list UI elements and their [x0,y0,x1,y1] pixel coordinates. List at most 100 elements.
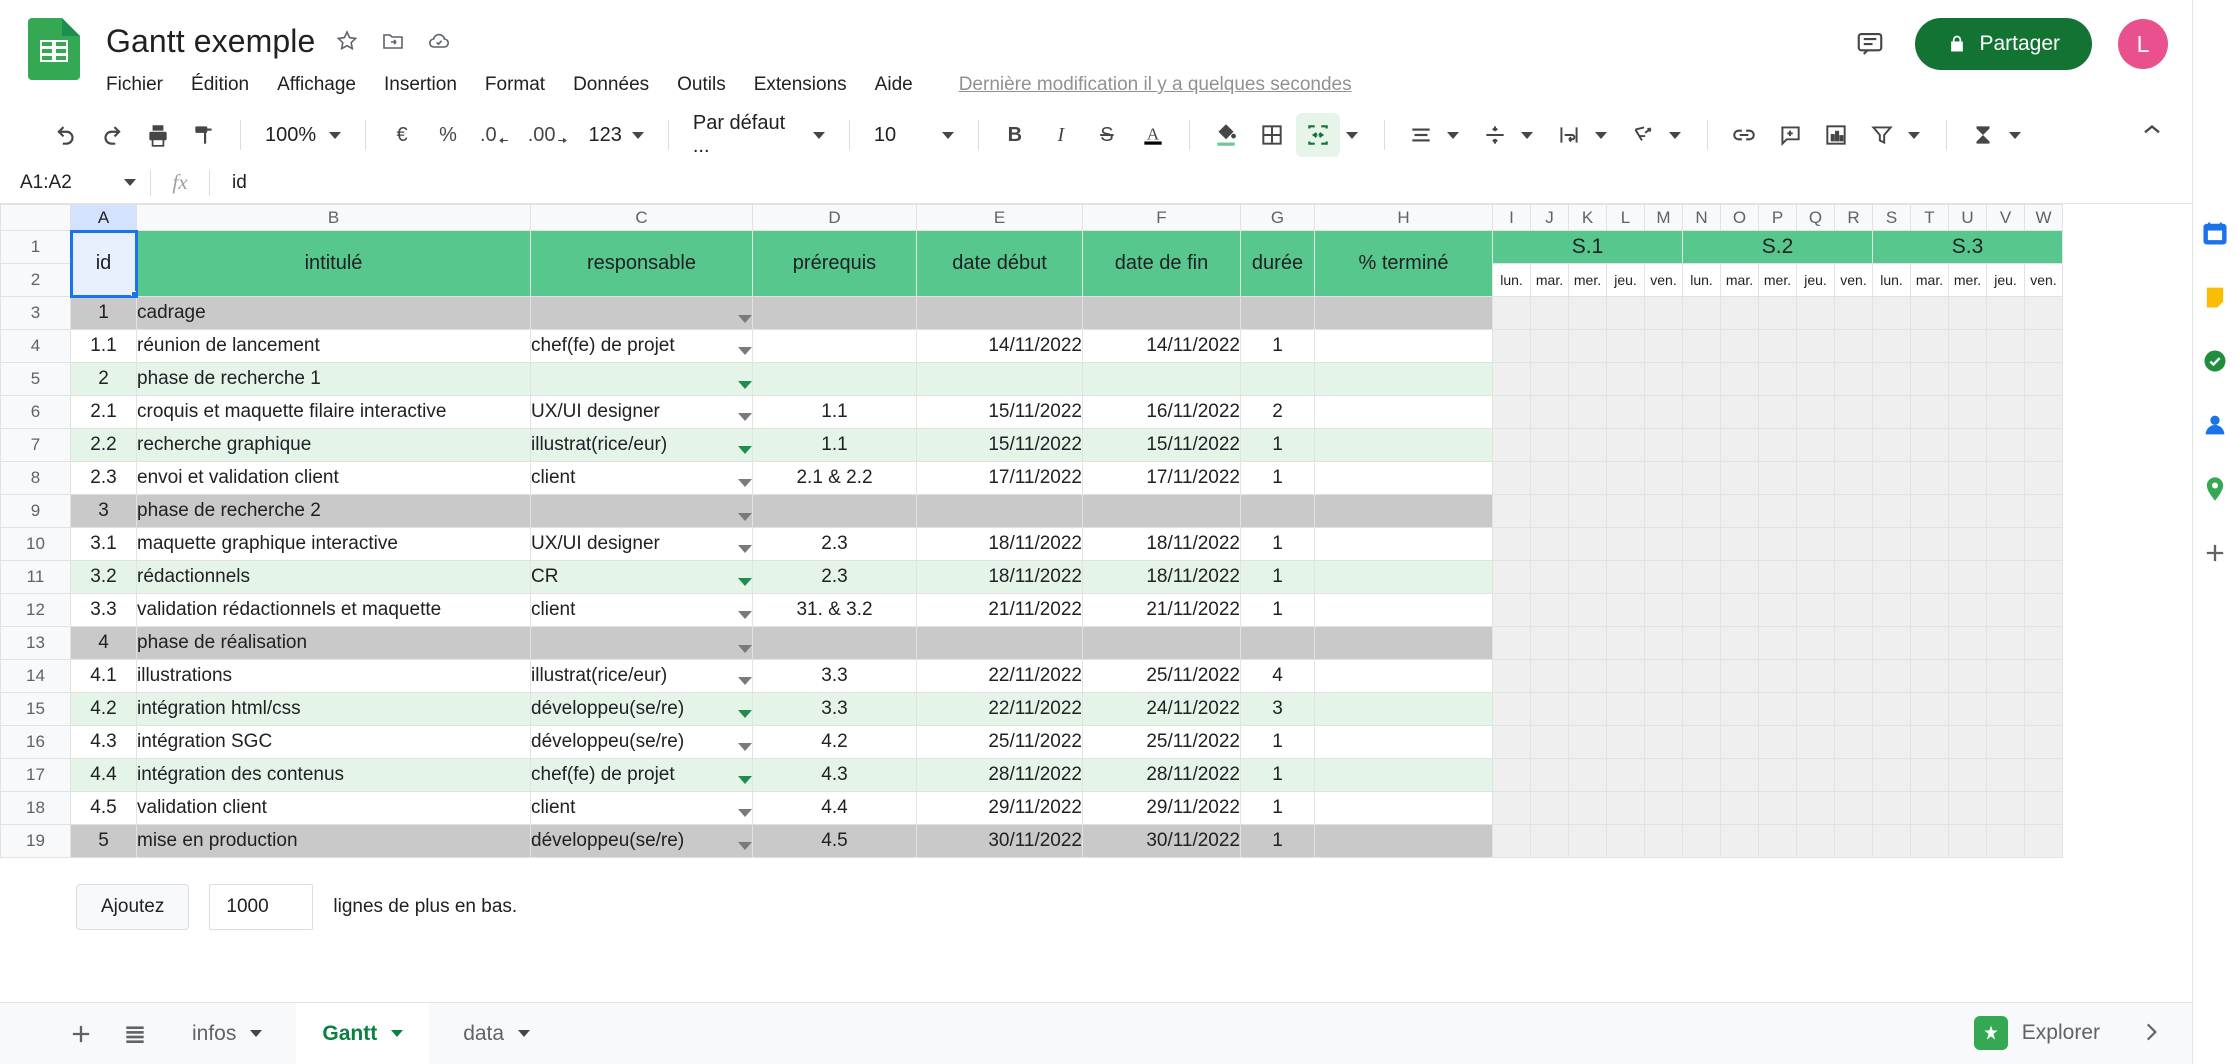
cell-date-debut[interactable] [916,362,1083,396]
cell-date-debut[interactable]: 22/11/2022 [916,692,1083,726]
cell-id[interactable]: 4.2 [70,692,137,726]
chevron-down-icon[interactable] [1668,131,1681,139]
name-box[interactable]: A1:A2 [0,162,150,203]
gantt-cell[interactable] [1568,659,1607,693]
cell-responsable[interactable]: illustrat(rice/eur) [530,659,753,693]
cell-responsable[interactable]: UX/UI designer [530,395,753,429]
gantt-cell[interactable] [1492,362,1531,396]
gantt-cell[interactable] [1834,824,1873,858]
gantt-cell[interactable] [1834,494,1873,528]
text-wrapping-icon[interactable] [1547,113,1591,157]
cell-id[interactable]: 2 [70,362,137,396]
menu-item-affichage[interactable]: Affichage [277,71,356,99]
cell-responsable[interactable]: développeu(se/re) [530,725,753,759]
sheet-tab-gantt[interactable]: Gantt [296,1002,430,1064]
gantt-cell[interactable] [1720,560,1759,594]
gantt-cell[interactable] [1720,395,1759,429]
cell-responsable[interactable]: client [530,461,753,495]
cell-id[interactable]: 1 [70,296,137,330]
gantt-cell[interactable] [1986,593,2025,627]
gantt-cell[interactable] [1872,428,1911,462]
gantt-cell[interactable] [1606,692,1645,726]
cell-responsable[interactable]: illustrat(rice/eur) [530,428,753,462]
cell-id[interactable]: 3.3 [70,593,137,627]
gantt-cell[interactable] [1796,560,1835,594]
cell-intitule[interactable]: intégration html/css [136,692,531,726]
chevron-down-icon[interactable] [738,611,752,619]
cell-id[interactable]: 4 [70,626,137,660]
row-header-12[interactable]: 12 [0,593,71,627]
cell-id[interactable]: 3.1 [70,527,137,561]
day-cell-s1-ven[interactable]: ven. [1644,263,1683,297]
cell-prerequis[interactable] [752,296,917,330]
cell-intitule[interactable]: illustrations [136,659,531,693]
gantt-cell[interactable] [1834,593,1873,627]
gantt-cell[interactable] [1492,329,1531,363]
cell-prerequis[interactable]: 2.3 [752,527,917,561]
gantt-cell[interactable] [1568,527,1607,561]
print-icon[interactable] [136,113,180,157]
column-header-A[interactable]: A [70,204,137,231]
menu-item-format[interactable]: Format [485,71,545,99]
chevron-down-icon[interactable] [738,446,752,454]
gantt-cell[interactable] [1834,362,1873,396]
cell-date-fin[interactable]: 30/11/2022 [1082,824,1241,858]
paint-format-icon[interactable] [182,113,226,157]
cell-responsable[interactable] [530,362,753,396]
cell-intitule[interactable]: maquette graphique interactive [136,527,531,561]
cell-date-fin[interactable]: 25/11/2022 [1082,659,1241,693]
chevron-down-icon[interactable] [738,776,752,784]
column-header-F[interactable]: F [1082,204,1241,231]
cell-date-debut[interactable]: 22/11/2022 [916,659,1083,693]
gantt-cell[interactable] [1758,758,1797,792]
gantt-cell[interactable] [1796,593,1835,627]
cell-id[interactable]: 5 [70,824,137,858]
select-all-corner[interactable] [0,204,71,231]
add-rows-button[interactable]: Ajoutez [76,884,190,930]
gantt-cell[interactable] [1720,428,1759,462]
cell-duree[interactable]: 1 [1240,758,1315,792]
row-header-10[interactable]: 10 [0,527,71,561]
gantt-cell[interactable] [1720,725,1759,759]
table-row[interactable]: 7 2.2 recherche graphique illustrat(rice/eu… [0,428,2063,462]
cell-intitule[interactable]: rédactionnels [136,560,531,594]
row-header-9[interactable]: 9 [0,494,71,528]
gantt-cell[interactable] [1606,494,1645,528]
gantt-cell[interactable] [1568,461,1607,495]
gantt-cell[interactable] [1948,329,1987,363]
cell-date-fin[interactable]: 16/11/2022 [1082,395,1241,429]
gantt-cell[interactable] [1530,593,1569,627]
table-row[interactable]: 19 5 mise en production développeu(se/re) 4.… [0,824,2063,858]
gantt-cell[interactable] [1568,494,1607,528]
gantt-cell[interactable] [1720,593,1759,627]
cell-G1-duree[interactable]: durée [1240,230,1315,297]
gantt-cell[interactable] [1530,824,1569,858]
cell-id[interactable]: 1.1 [70,329,137,363]
chevron-down-icon[interactable] [518,1030,531,1037]
cell-responsable[interactable]: développeu(se/re) [530,824,753,858]
gantt-cell[interactable] [1606,428,1645,462]
gantt-cell[interactable] [1796,824,1835,858]
gantt-cell[interactable] [1948,296,1987,330]
gantt-cell[interactable] [1872,395,1911,429]
gantt-cell[interactable] [1530,527,1569,561]
gantt-cell[interactable] [1834,758,1873,792]
cell-prerequis[interactable]: 2.1 & 2.2 [752,461,917,495]
cell-H1-pct-termine[interactable]: % terminé [1314,230,1493,297]
gantt-cell[interactable] [1682,428,1721,462]
cell-A1-id[interactable]: id [69,229,138,298]
cell-date-fin[interactable] [1082,494,1241,528]
gantt-cell[interactable] [1492,593,1531,627]
cell-prerequis[interactable]: 1.1 [752,428,917,462]
chevron-down-icon[interactable] [738,513,752,521]
gantt-cell[interactable] [1758,494,1797,528]
gantt-cell[interactable] [1606,560,1645,594]
cell-intitule[interactable]: intégration SGC [136,725,531,759]
table-row[interactable]: 17 4.4 intégration des contenus chef(fe) de… [0,758,2063,792]
row-header-11[interactable]: 11 [0,560,71,594]
cell-id[interactable]: 4.5 [70,791,137,825]
cell-intitule[interactable]: phase de recherche 1 [136,362,531,396]
cell-id[interactable]: 2.2 [70,428,137,462]
day-cell-s2-jeu[interactable]: jeu. [1796,263,1835,297]
cell-D1-prerequis[interactable]: prérequis [752,230,917,297]
